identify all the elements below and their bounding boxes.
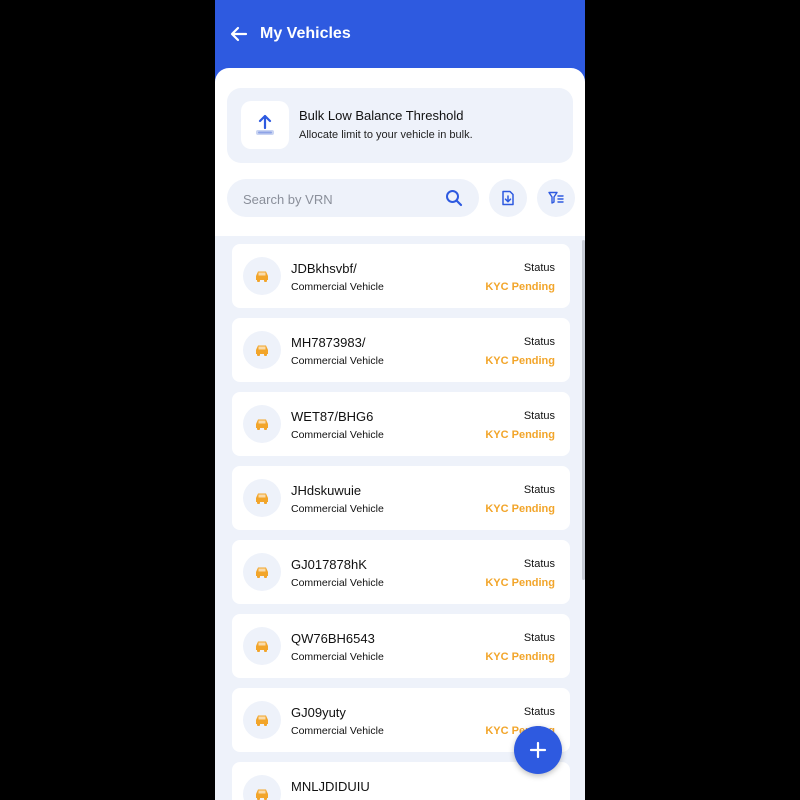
status-label: Status xyxy=(523,262,555,274)
vehicle-type: Commercial Vehicle xyxy=(291,503,384,515)
vehicle-type: Commercial Vehicle xyxy=(291,651,384,663)
vehicle-type: Commercial Vehicle xyxy=(291,429,384,441)
car-icon xyxy=(243,257,281,295)
vehicle-vrn: WET87/BHG6 xyxy=(291,409,374,424)
status-value: KYC Pending xyxy=(485,429,555,441)
bulk-subtitle: Allocate limit to your vehicle in bulk. xyxy=(299,129,473,141)
vehicle-type: Commercial Vehicle xyxy=(291,577,384,589)
status-value: KYC Pending xyxy=(485,651,555,663)
page-title: My Vehicles xyxy=(260,25,351,42)
status-label: Status xyxy=(523,706,555,718)
download-button[interactable] xyxy=(489,179,527,217)
status-value: KYC Pending xyxy=(485,577,555,589)
search-icon[interactable] xyxy=(445,189,463,207)
status-value: KYC Pending xyxy=(485,355,555,367)
back-arrow-icon[interactable] xyxy=(229,24,249,44)
bulk-threshold-card[interactable]: Bulk Low Balance Threshold Allocate limi… xyxy=(227,88,573,163)
vehicle-card[interactable]: JDBkhsvbf/ Commercial Vehicle Status KYC… xyxy=(232,244,570,308)
vehicle-type: Commercial Vehicle xyxy=(291,725,384,737)
status-value: KYC Pending xyxy=(485,281,555,293)
vehicle-vrn: GJ09yuty xyxy=(291,705,346,720)
add-vehicle-button[interactable] xyxy=(514,726,562,774)
vehicle-card[interactable]: GJ017878hK Commercial Vehicle Status KYC… xyxy=(232,540,570,604)
car-icon xyxy=(243,627,281,665)
status-label: Status xyxy=(523,484,555,496)
car-icon xyxy=(243,479,281,517)
vehicle-vrn: MNLJDIDUIU xyxy=(291,779,370,794)
status-value: KYC Pending xyxy=(485,503,555,515)
car-icon xyxy=(243,553,281,591)
car-icon xyxy=(243,331,281,369)
status-label: Status xyxy=(523,632,555,644)
vehicle-card[interactable]: QW76BH6543 Commercial Vehicle Status KYC… xyxy=(232,614,570,678)
vehicle-card[interactable]: WET87/BHG6 Commercial Vehicle Status KYC… xyxy=(232,392,570,456)
vehicle-card[interactable]: MNLJDIDUIU xyxy=(232,762,570,800)
upload-icon xyxy=(241,101,289,149)
status-label: Status xyxy=(523,558,555,570)
scrollbar[interactable] xyxy=(582,240,585,580)
vehicle-vrn: JHdskuwuie xyxy=(291,483,362,498)
car-icon xyxy=(243,405,281,443)
search-bar[interactable] xyxy=(227,179,479,217)
vehicle-list[interactable]: JDBkhsvbf/ Commercial Vehicle Status KYC… xyxy=(215,236,585,800)
filter-button[interactable] xyxy=(537,179,575,217)
car-icon xyxy=(243,775,281,800)
phone-screen: My Vehicles Bulk Low Balance Threshold A… xyxy=(215,0,585,800)
vehicle-card[interactable]: JHdskuwuie Commercial Vehicle Status KYC… xyxy=(232,466,570,530)
vehicle-vrn: MH7873983/ xyxy=(291,335,366,350)
vehicle-vrn: GJ017878hK xyxy=(291,557,367,572)
vehicle-type: Commercial Vehicle xyxy=(291,281,384,293)
status-label: Status xyxy=(523,336,555,348)
content-sheet: Bulk Low Balance Threshold Allocate limi… xyxy=(215,68,585,800)
car-icon xyxy=(243,701,281,739)
status-label: Status xyxy=(523,410,555,422)
vehicle-vrn: JDBkhsvbf/ xyxy=(291,261,357,276)
vehicle-vrn: QW76BH6543 xyxy=(291,631,375,646)
search-input[interactable] xyxy=(241,187,435,211)
vehicle-type: Commercial Vehicle xyxy=(291,355,384,367)
vehicle-card[interactable]: MH7873983/ Commercial Vehicle Status KYC… xyxy=(232,318,570,382)
bulk-title: Bulk Low Balance Threshold xyxy=(299,108,464,123)
